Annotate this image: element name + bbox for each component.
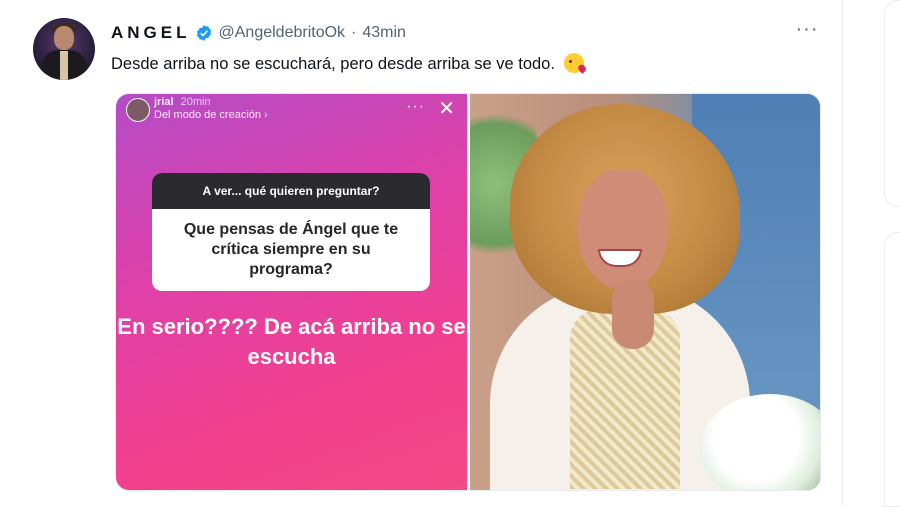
verified-badge-icon <box>196 25 211 41</box>
story-user: jrial 20min <box>154 96 211 108</box>
photo-face <box>578 169 668 289</box>
face-blowing-kiss-icon <box>563 53 584 73</box>
tweet-media[interactable]: jrial 20min Del modo de creación › ··· ✕… <box>115 93 821 491</box>
story-screenshot[interactable]: jrial 20min Del modo de creación › ··· ✕… <box>116 94 467 490</box>
story-username: jrial <box>154 96 174 108</box>
photo-hand <box>612 279 654 349</box>
tweet-text: Desde arriba no se escuchará, pero desde… <box>111 53 584 74</box>
question-sticker: A ver... qué quieren preguntar? Que pens… <box>152 173 430 291</box>
story-avatar <box>126 98 150 122</box>
story-more-icon: ··· <box>406 98 425 115</box>
separator-dot: · <box>351 24 357 41</box>
tweet-card[interactable]: ANGEL @AngeldebritoOk · 43min ··· Desde … <box>0 0 843 505</box>
tweet-text-content: Desde arriba no se escuchará, pero desde… <box>111 55 555 73</box>
sidebar-card-top <box>884 0 900 207</box>
story-header: jrial 20min Del modo de creación › ··· ✕ <box>126 96 457 122</box>
story-close-icon: ✕ <box>438 98 455 120</box>
user-handle[interactable]: @AngeldebritoOk <box>219 24 346 42</box>
avatar[interactable] <box>33 18 95 80</box>
story-subtitle: Del modo de creación › <box>154 109 268 121</box>
avatar-shirt <box>60 51 68 80</box>
tweet-time[interactable]: 43min <box>362 24 406 42</box>
more-options-button[interactable]: ··· <box>793 19 821 42</box>
photo-woman[interactable] <box>470 94 820 490</box>
question-header: A ver... qué quieren preguntar? <box>152 173 430 209</box>
avatar-head <box>54 26 74 50</box>
sidebar-card-bottom <box>884 232 900 507</box>
tweet-header: ANGEL @AngeldebritoOk · 43min <box>111 22 406 44</box>
story-time: 20min <box>180 96 211 108</box>
story-answer-text: En serio???? De acá arriba no se escucha <box>117 314 466 369</box>
question-text: Que pensas de Ángel que te crítica siemp… <box>183 221 399 278</box>
display-name[interactable]: ANGEL <box>111 23 191 43</box>
